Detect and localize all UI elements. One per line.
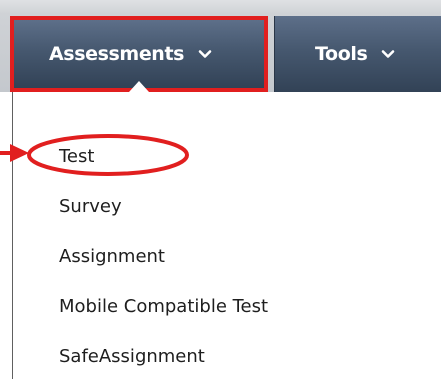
menu-item-survey[interactable]: Survey	[59, 196, 122, 217]
menu-item-assignment[interactable]: Assignment	[59, 246, 165, 267]
highlight-callout	[0, 134, 189, 176]
pointer-arrow-head-icon	[10, 144, 29, 162]
highlight-ellipse	[27, 134, 189, 176]
menu-item-mobile-compatible-test[interactable]: Mobile Compatible Test	[59, 296, 268, 317]
chevron-down-icon	[198, 47, 212, 61]
chevron-down-icon	[381, 47, 395, 61]
course-toolbar: Assessments Tools	[0, 0, 441, 92]
assessments-label: Assessments	[49, 43, 185, 65]
active-menu-pointer	[129, 81, 149, 92]
tools-menu-button[interactable]: Tools	[274, 16, 441, 92]
tools-label: Tools	[315, 43, 368, 65]
menu-item-safeassignment[interactable]: SafeAssignment	[59, 346, 205, 367]
